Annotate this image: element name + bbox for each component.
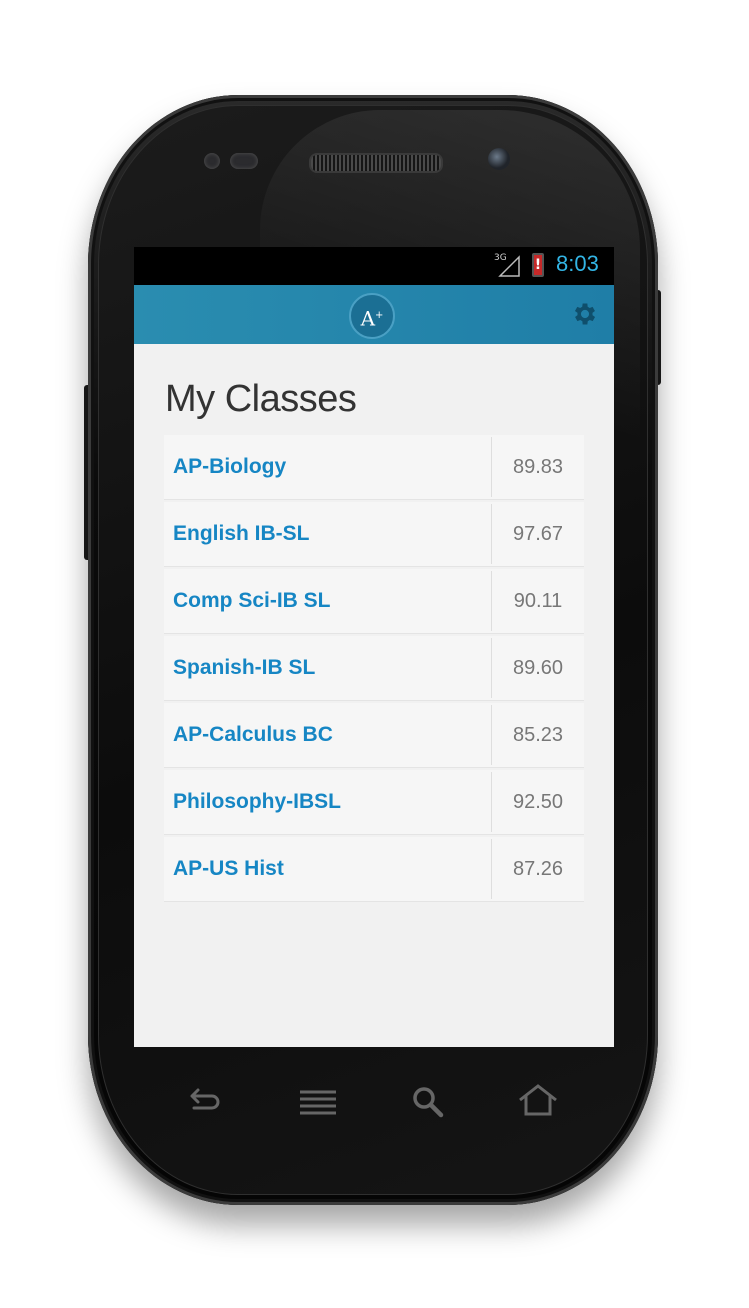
class-name[interactable]: Comp Sci-IB SL — [164, 589, 491, 613]
class-grade: 90.11 — [491, 571, 584, 631]
class-row[interactable]: AP-Biology 89.83 — [164, 435, 584, 500]
home-icon[interactable] — [518, 1082, 558, 1122]
page-title: My Classes — [165, 378, 357, 420]
earpiece-speaker — [309, 153, 443, 173]
class-row[interactable]: Spanish-IB SL 89.60 — [164, 636, 584, 701]
light-sensor — [230, 153, 258, 169]
class-grade: 85.23 — [491, 705, 584, 765]
class-grade: 92.50 — [491, 772, 584, 832]
action-bar: A+ — [134, 285, 614, 344]
battery-icon: ! — [532, 253, 544, 277]
app-logo[interactable]: A+ — [349, 293, 395, 339]
back-icon[interactable] — [184, 1082, 224, 1122]
class-name[interactable]: AP-Biology — [164, 455, 491, 479]
proximity-sensor — [204, 153, 220, 169]
class-name[interactable]: AP-US Hist — [164, 857, 491, 881]
phone-screen: 3G ! 8:03 A+ My Classes AP-Biology 89.83… — [134, 247, 614, 1047]
signal-icon — [498, 255, 520, 277]
status-time: 8:03 — [556, 251, 599, 276]
class-name[interactable]: AP-Calculus BC — [164, 723, 491, 747]
class-grade: 87.26 — [491, 839, 584, 899]
search-icon[interactable] — [408, 1082, 448, 1122]
class-name[interactable]: Spanish-IB SL — [164, 656, 491, 680]
gear-icon[interactable] — [571, 300, 599, 328]
class-grade: 89.83 — [491, 437, 584, 497]
front-camera — [488, 148, 510, 170]
class-name[interactable]: Philosophy-IBSL — [164, 790, 491, 814]
class-grade: 97.67 — [491, 504, 584, 564]
main-content: My Classes AP-Biology 89.83 English IB-S… — [134, 378, 614, 902]
class-row[interactable]: Philosophy-IBSL 92.50 — [164, 770, 584, 835]
app-logo-text: A — [360, 306, 376, 331]
class-row[interactable]: English IB-SL 97.67 — [164, 502, 584, 567]
menu-icon[interactable] — [298, 1082, 338, 1122]
class-grade: 89.60 — [491, 638, 584, 698]
class-row[interactable]: Comp Sci-IB SL 90.11 — [164, 569, 584, 634]
class-row[interactable]: AP-Calculus BC 85.23 — [164, 703, 584, 768]
class-list: AP-Biology 89.83 English IB-SL 97.67 Com… — [164, 435, 584, 902]
class-row[interactable]: AP-US Hist 87.26 — [164, 837, 584, 902]
app-logo-sup: + — [375, 310, 384, 321]
class-name[interactable]: English IB-SL — [164, 522, 491, 546]
status-bar: 3G ! 8:03 — [134, 247, 614, 285]
